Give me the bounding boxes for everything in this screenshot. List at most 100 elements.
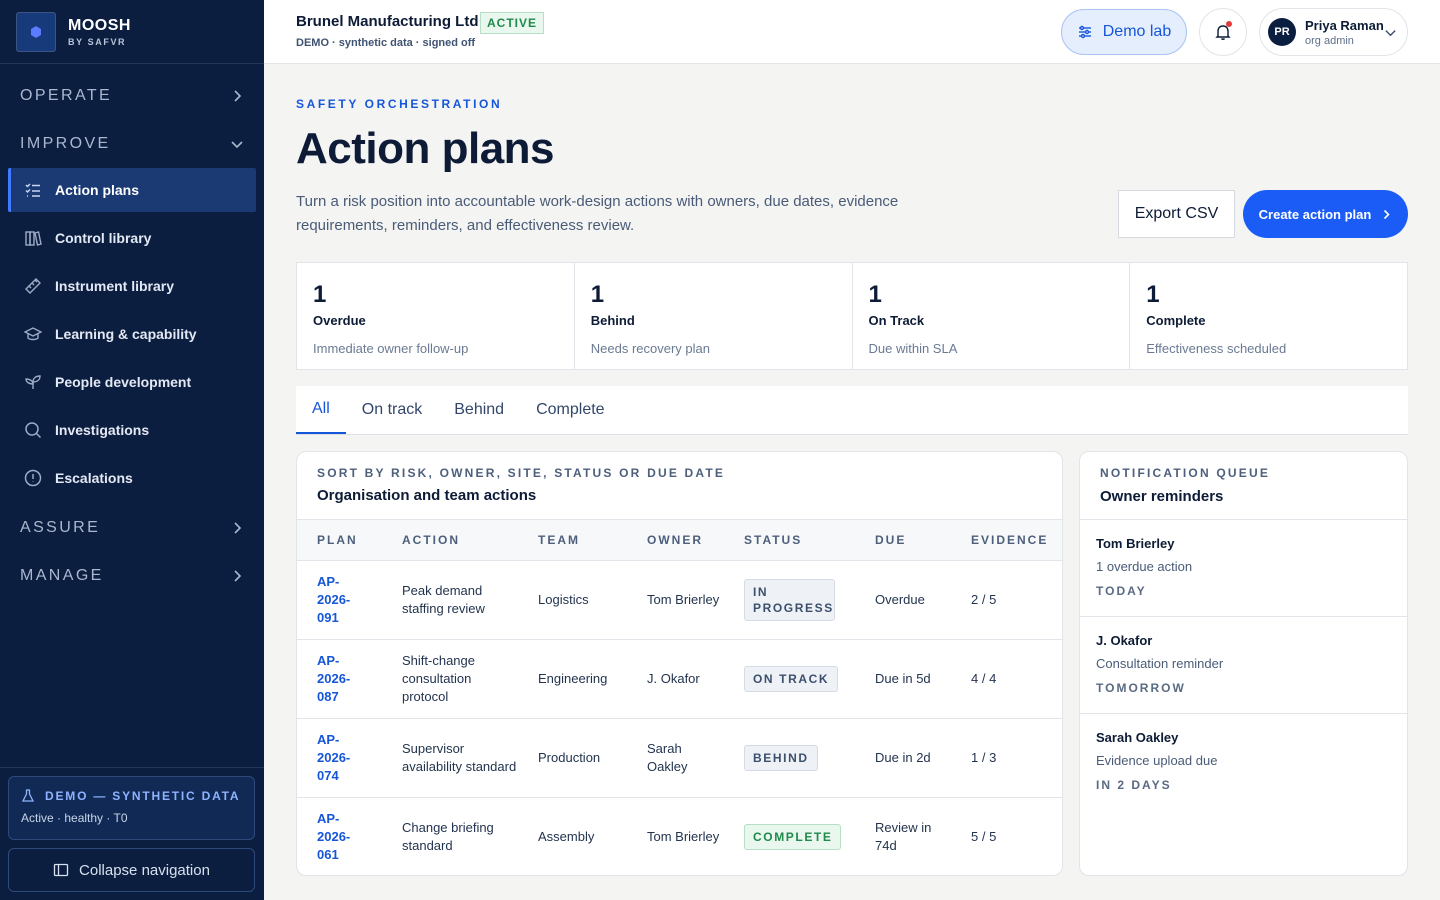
column-header-team[interactable]: TEAM (518, 519, 627, 561)
status-badge: COMPLETE (744, 824, 842, 851)
page-description: Turn a risk position into accountable wo… (296, 193, 899, 234)
stat-description: Immediate owner follow-up (313, 341, 469, 356)
owner-cell: Tom Brierley (627, 560, 724, 640)
nav-group-label: OPERATE (20, 87, 113, 104)
sliders-icon (1078, 25, 1091, 39)
due-cell: Review in 74d (875, 820, 932, 854)
column-header-evidence[interactable]: EVIDENCE (951, 519, 1062, 561)
user-menu[interactable]: PR Priya Raman org admin (1259, 8, 1408, 56)
sidebar-item-learning-capability[interactable]: Learning & capability (8, 312, 256, 356)
brand-logo-icon[interactable] (16, 11, 56, 52)
sidebar-item-instrument-library[interactable]: Instrument library (8, 264, 256, 308)
table-title: Organisation and team actions (317, 487, 537, 504)
stat-value: 1 (1146, 281, 1160, 308)
sprout-icon (24, 373, 42, 391)
export-csv-button[interactable]: Export CSV (1118, 190, 1235, 238)
stat-behind[interactable]: 1 Behind Needs recovery plan (575, 263, 853, 369)
stat-value: 1 (313, 281, 327, 308)
stat-value: 1 (590, 281, 605, 308)
filter-tabs: All On track Behind Complete (296, 386, 1408, 435)
demo-title: DEMO — SYNTHETIC DATA (45, 789, 241, 803)
plan-id-link[interactable]: AP-2026-091 (317, 574, 350, 625)
table-row[interactable]: AP-2026-074 Supervisor availability stan… (297, 718, 1062, 798)
evidence-cell: 1 / 3 (951, 718, 1062, 798)
column-header-due[interactable]: DUE (855, 519, 951, 561)
organisation-name: Brunel Manufacturing Ltd (296, 13, 479, 30)
nav-group-label: IMPROVE (20, 135, 111, 152)
evidence-cell: 5 / 5 (971, 829, 997, 845)
status-badge: BEHIND (744, 745, 818, 771)
column-header-owner[interactable]: OWNER (627, 519, 724, 561)
notification-when: TODAY (1096, 584, 1147, 598)
page-title: Action plans (296, 124, 555, 173)
chevron-right-icon (234, 522, 242, 534)
graduation-cap-icon (24, 325, 42, 343)
stat-label: Complete (1146, 313, 1206, 328)
notification-message: Consultation reminder (1096, 656, 1224, 671)
page-eyebrow: SAFETY ORCHESTRATION (296, 97, 503, 111)
table-row[interactable]: AP-2026-087 Shift-change consultation pr… (297, 639, 1062, 719)
demo-lab-button[interactable]: Demo lab (1061, 9, 1187, 55)
team-cell: Engineering (518, 639, 627, 719)
nav-group-manage[interactable]: MANAGE (0, 552, 264, 600)
stat-complete[interactable]: 1 Complete Effectiveness scheduled (1130, 263, 1407, 369)
plan-id-link[interactable]: AP-2026-074 (317, 732, 350, 783)
sidebar-item-people-development[interactable]: People development (8, 360, 256, 404)
nav-group-label: ASSURE (20, 519, 101, 536)
notification-when: TOMORROW (1096, 681, 1186, 695)
notification-item[interactable]: Sarah Oakley Evidence upload due IN 2 DA… (1080, 714, 1407, 811)
unread-indicator (1226, 21, 1232, 27)
stat-description: Effectiveness scheduled (1146, 341, 1287, 356)
top-bar: Brunel Manufacturing Ltd ACTIVE DEMO · s… (264, 0, 1440, 64)
notification-when: IN 2 DAYS (1096, 778, 1172, 792)
notification-message: Evidence upload due (1096, 753, 1218, 768)
action-cell: Peak demand staffing review (382, 560, 518, 640)
tab-behind[interactable]: Behind (438, 386, 520, 434)
alert-circle-icon (24, 469, 42, 487)
tab-complete[interactable]: Complete (520, 386, 620, 434)
demo-status: Active · healthy · T0 (21, 811, 128, 825)
nav-group-operate[interactable]: OPERATE (0, 72, 264, 120)
tab-on-track[interactable]: On track (346, 386, 438, 434)
sidebar-item-control-library[interactable]: Control library (8, 216, 256, 260)
table-row[interactable]: AP-2026-061 Change briefing standard Ass… (297, 798, 1062, 876)
chevron-right-icon (234, 570, 242, 582)
collapse-navigation-button[interactable]: Collapse navigation (8, 848, 255, 892)
table-row[interactable]: AP-2026-091 Peak demand staffing review … (297, 560, 1062, 640)
notification-item[interactable]: Tom Brierley 1 overdue action TODAY (1080, 520, 1407, 617)
create-action-plan-button[interactable]: Create action plan (1243, 190, 1408, 238)
column-header-plan[interactable]: PLAN (297, 519, 382, 561)
tab-all[interactable]: All (296, 386, 346, 434)
stat-description: Due within SLA (868, 341, 958, 356)
search-icon (24, 421, 42, 439)
nav-group-assure[interactable]: ASSURE (0, 504, 264, 552)
plan-id-link[interactable]: AP-2026-087 (317, 653, 350, 704)
stat-label: Overdue (313, 313, 366, 328)
sidebar-item-investigations[interactable]: Investigations (8, 408, 256, 452)
sidebar-item-escalations[interactable]: Escalations (8, 456, 256, 500)
user-name: Priya Raman (1305, 17, 1384, 33)
column-header-status[interactable]: STATUS (724, 519, 855, 561)
stat-label: Behind (590, 313, 635, 328)
sidebar-item-label: Action plans (55, 182, 140, 198)
stat-overdue[interactable]: 1 Overdue Immediate owner follow-up (297, 263, 575, 369)
column-header-action[interactable]: ACTION (382, 519, 518, 561)
notification-item[interactable]: J. Okafor Consultation reminder TOMORROW (1080, 617, 1407, 714)
notifications-button[interactable] (1199, 8, 1247, 56)
sidebar-item-label: Instrument library (55, 278, 175, 294)
plan-id-link[interactable]: AP-2026-061 (317, 811, 350, 862)
nav-group-improve[interactable]: IMPROVE (0, 120, 264, 168)
notification-queue-title: Owner reminders (1100, 488, 1224, 505)
user-role: org admin (1305, 34, 1354, 47)
sidebar-item-action-plans[interactable]: Action plans (8, 168, 256, 212)
evidence-cell: 4 / 4 (951, 639, 1062, 719)
team-cell: Assembly (538, 829, 595, 845)
stat-on-track[interactable]: 1 On Track Due within SLA (853, 263, 1131, 369)
team-cell: Production (518, 718, 627, 798)
organisation-status-badge: ACTIVE (480, 12, 545, 34)
chevron-down-icon (231, 141, 243, 149)
evidence-cell: 2 / 5 (951, 560, 1062, 640)
due-cell: Overdue (855, 560, 951, 640)
due-cell: Due in 5d (855, 639, 951, 719)
brand-tagline: BY SAFVR (68, 36, 127, 47)
